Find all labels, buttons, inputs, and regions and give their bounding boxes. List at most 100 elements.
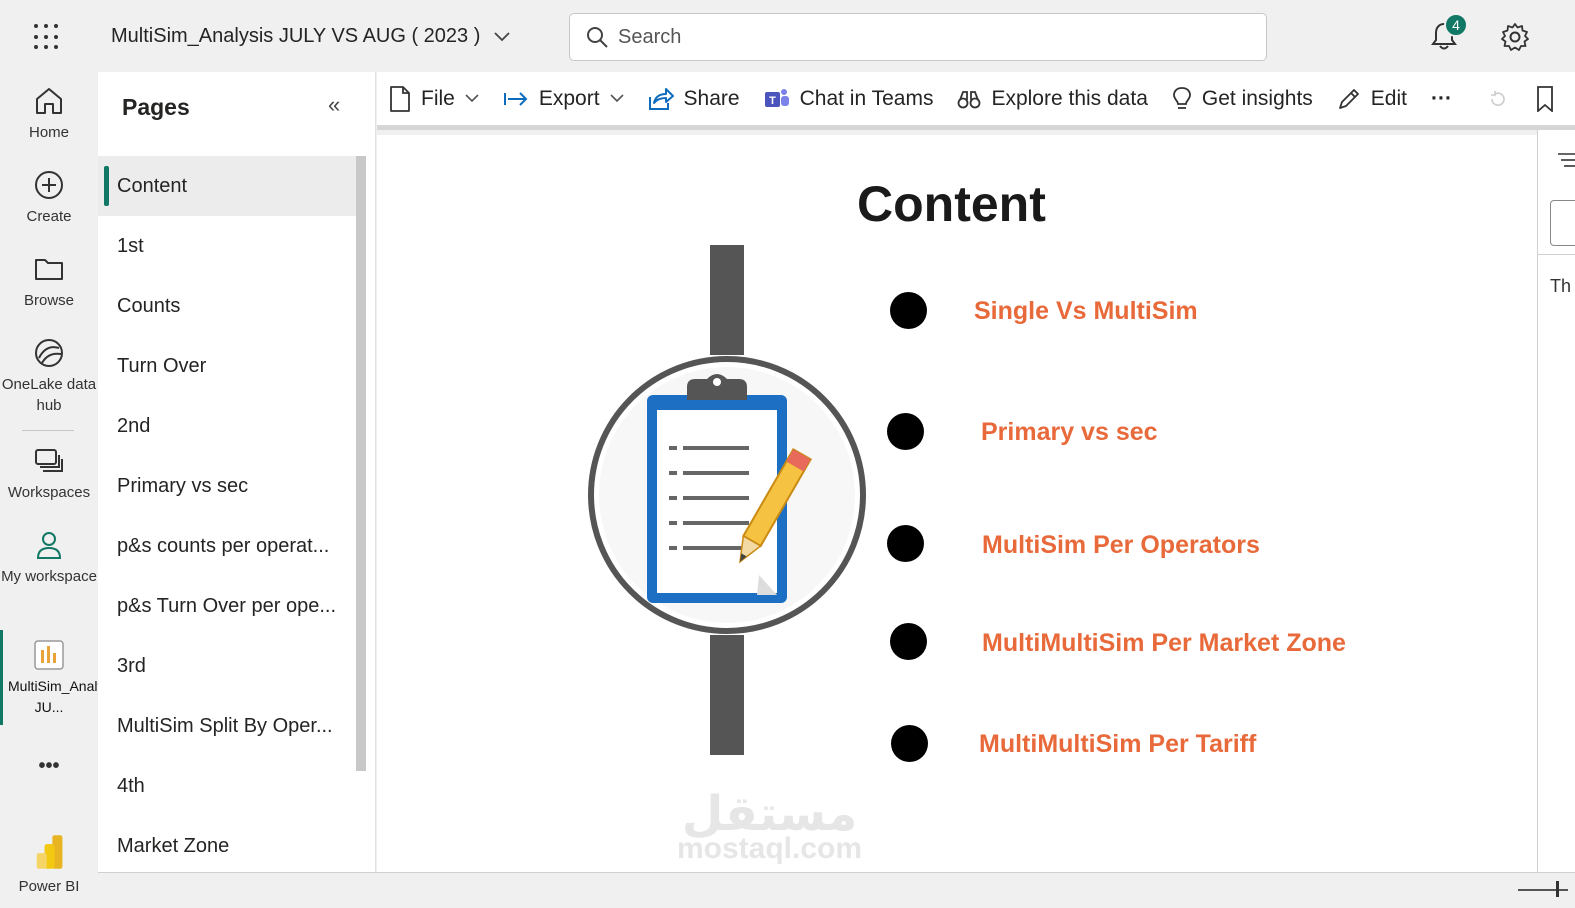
list-bullet: [890, 623, 927, 660]
page-tab[interactable]: Market Zone: [98, 816, 356, 876]
explore-data-button[interactable]: Explore this data: [957, 86, 1148, 111]
page-tab[interactable]: Primary vs sec: [98, 456, 356, 516]
page-tab[interactable]: 2nd: [98, 396, 356, 456]
powerbi-logo-icon: [36, 835, 63, 869]
filters-pane: Th: [1537, 130, 1575, 872]
nav-my-workspace-label: My workspace: [1, 568, 97, 585]
workspaces-icon: [35, 449, 63, 472]
zoom-slider-thumb[interactable]: [1556, 881, 1559, 897]
page-tab[interactable]: MultiSim Split By Oper...: [98, 696, 356, 756]
more-options-button[interactable]: ···: [1431, 87, 1452, 111]
collapse-panel-icon[interactable]: «: [328, 92, 340, 118]
bookmark-icon[interactable]: [1536, 85, 1554, 112]
page-tab[interactable]: p&s counts per operat...: [98, 516, 356, 576]
nav-onelake-label: OneLake data hub: [1, 376, 97, 414]
list-bullet: [887, 525, 924, 562]
person-icon: [36, 532, 62, 559]
watermark-latin: mostaql.com: [677, 832, 863, 865]
get-insights-label: Get insights: [1201, 86, 1313, 110]
list-bullet: [887, 413, 924, 450]
export-label: Export: [538, 86, 600, 110]
nav-home[interactable]: Home: [0, 84, 98, 143]
nav-more-button[interactable]: •••: [0, 756, 98, 777]
file-icon: [390, 85, 410, 112]
binoculars-icon: [958, 90, 981, 108]
page-tab[interactable]: Counts: [98, 276, 356, 336]
report-icon: [34, 640, 64, 670]
nav-create[interactable]: Create: [0, 168, 98, 227]
pages-title: Pages: [122, 94, 190, 120]
filter-icon[interactable]: [1556, 152, 1575, 168]
report-title-dropdown[interactable]: MultiSim_Analysis JULY VS AUG ( 2023 ): [111, 25, 511, 48]
pages-panel: Pages « Content 1st Counts Turn Over 2nd…: [98, 72, 376, 872]
filters-search-box[interactable]: [1550, 200, 1575, 246]
page-tab[interactable]: 4th: [98, 756, 356, 816]
top-bar: MultiSim_Analysis JULY VS AUG ( 2023 ) 4: [0, 0, 1575, 72]
nav-create-label: Create: [26, 208, 72, 225]
page-tab[interactable]: 1st: [98, 216, 356, 276]
nav-workspaces-label: Workspaces: [7, 484, 91, 501]
report-title: MultiSim_Analysis JULY VS AUG ( 2023 ): [111, 25, 481, 47]
teams-icon: T: [764, 88, 789, 107]
chat-in-teams-label: Chat in Teams: [799, 86, 934, 110]
clipboard-illustration: [588, 245, 866, 755]
nav-browse-label: Browse: [23, 292, 75, 309]
zoom-slider[interactable]: [1518, 889, 1568, 891]
left-nav: Home Create Browse OneLake data hub Work…: [0, 72, 122, 908]
page-tab[interactable]: p&s Turn Over per ope...: [98, 576, 356, 636]
chat-in-teams-button[interactable]: T Chat in Teams: [764, 86, 934, 111]
nav-powerbi[interactable]: Power BI: [0, 832, 98, 897]
edit-label: Edit: [1370, 86, 1407, 110]
chevron-down-icon: [494, 31, 511, 41]
export-menu-button[interactable]: Export: [503, 87, 624, 111]
page-tab[interactable]: Turn Over: [98, 336, 356, 396]
share-button[interactable]: Share: [648, 87, 740, 111]
filters-divider: [1538, 254, 1575, 255]
nav-divider: [22, 430, 74, 431]
report-canvas: Content Single Vs MultiSim Primary vs se…: [377, 135, 1537, 872]
nav-workspaces[interactable]: Workspaces: [0, 444, 98, 503]
nav-my-workspace[interactable]: My workspace: [0, 528, 98, 587]
folder-icon: [35, 259, 63, 280]
home-icon: [36, 88, 62, 114]
page-list: Content 1st Counts Turn Over 2nd Primary…: [98, 156, 356, 876]
content-item-5[interactable]: MultiMultiSim Per Tariff: [979, 730, 1256, 759]
pencil-icon: [1338, 88, 1359, 109]
search-input[interactable]: [618, 25, 1218, 49]
content-item-2[interactable]: Primary vs sec: [981, 418, 1158, 447]
list-bullet: [891, 725, 928, 762]
search-box[interactable]: [569, 13, 1267, 61]
share-icon: [648, 87, 674, 110]
lightbulb-icon: [1172, 86, 1191, 109]
export-icon: [503, 91, 528, 106]
list-bullet: [890, 292, 927, 329]
chevron-down-icon: [609, 94, 624, 103]
watermark: مستقل mostaql.com: [677, 791, 863, 869]
pages-scrollbar[interactable]: [356, 156, 366, 771]
page-tab[interactable]: 3rd: [98, 636, 356, 696]
file-label: File: [421, 86, 455, 110]
nav-current-report[interactable]: MultiSim_Analysis JU...: [0, 638, 122, 718]
filters-partial-text: Th: [1550, 276, 1572, 296]
svg-text:T: T: [769, 95, 776, 107]
app-launcher-icon[interactable]: [34, 24, 60, 50]
report-title-heading: Content: [857, 176, 1046, 232]
chevron-down-icon: [465, 94, 479, 103]
report-toolbar: File Export Share T Chat in Teams Explor…: [377, 72, 1575, 130]
share-label: Share: [683, 86, 740, 110]
content-item-4[interactable]: MultiMultiSim Per Market Zone: [982, 629, 1346, 658]
nav-current-report-label: MultiSim_Analysis JU...: [8, 678, 122, 715]
explore-data-label: Explore this data: [991, 86, 1148, 110]
gear-icon[interactable]: [1500, 22, 1530, 52]
nav-onelake[interactable]: OneLake data hub: [0, 336, 98, 416]
content-item-1[interactable]: Single Vs MultiSim: [974, 297, 1198, 326]
get-insights-button[interactable]: Get insights: [1172, 86, 1313, 112]
nav-browse[interactable]: Browse: [0, 252, 98, 311]
undo-icon[interactable]: [1488, 89, 1508, 109]
status-bar: [98, 872, 1575, 908]
file-menu-button[interactable]: File: [389, 85, 479, 112]
content-item-3[interactable]: MultiSim Per Operators: [982, 531, 1260, 560]
onelake-icon: [35, 339, 63, 367]
page-tab-content[interactable]: Content: [98, 156, 356, 216]
edit-button[interactable]: Edit: [1337, 87, 1407, 111]
